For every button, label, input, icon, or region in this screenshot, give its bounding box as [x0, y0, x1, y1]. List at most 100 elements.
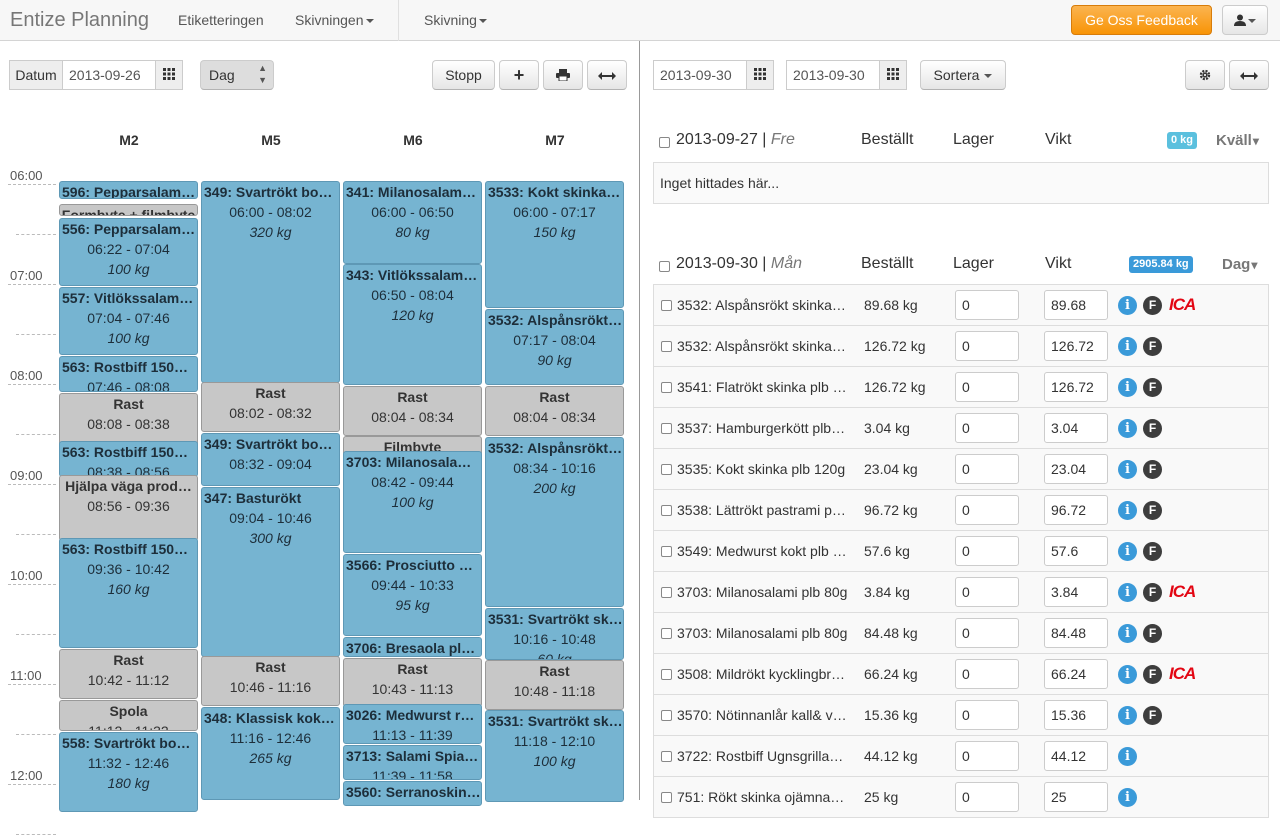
break-event[interactable]: Rast 10:43 - 11:13 — [343, 658, 482, 707]
production-event[interactable]: 3532: Alspånsrökt… 07:17 - 08:04 90 kg — [485, 309, 624, 385]
production-event[interactable]: 596: Pepparsalam… — [59, 181, 198, 199]
f-icon[interactable]: F — [1143, 337, 1162, 356]
weight-input[interactable]: 126.72 — [1044, 331, 1108, 361]
break-event[interactable]: Rast 10:46 - 11:16 — [201, 656, 340, 706]
f-icon[interactable]: F — [1143, 706, 1162, 725]
stock-input[interactable]: 0 — [955, 659, 1019, 689]
break-event[interactable]: Rast 08:02 - 08:32 — [201, 382, 340, 432]
date-input[interactable]: 2013-09-26 — [62, 60, 156, 90]
production-event[interactable]: 343: Vitlökssalam… 06:50 - 08:04 120 kg — [343, 264, 482, 385]
feedback-button[interactable]: Ge Oss Feedback — [1071, 5, 1212, 35]
info-icon[interactable]: i — [1118, 460, 1137, 479]
production-event[interactable]: 563: Rostbiff 150… 09:36 - 10:42 160 kg — [59, 538, 198, 648]
break-event[interactable]: Rast 10:42 - 11:12 — [59, 649, 198, 699]
day1-checkbox[interactable] — [659, 137, 670, 148]
stock-input[interactable]: 0 — [955, 618, 1019, 648]
production-event[interactable]: 3560: Serranoskin… — [343, 781, 482, 806]
info-icon[interactable]: i — [1118, 583, 1137, 602]
day1-shift-dropdown[interactable]: Kväll▾ — [1216, 132, 1259, 149]
order-checkbox[interactable] — [661, 546, 672, 557]
stock-input[interactable]: 0 — [955, 782, 1019, 812]
order-checkbox[interactable] — [661, 669, 672, 680]
f-icon[interactable]: F — [1143, 378, 1162, 397]
production-event[interactable]: 3533: Kokt skinka… 06:00 - 07:17 150 kg — [485, 181, 624, 308]
stock-input[interactable]: 0 — [955, 577, 1019, 607]
break-event[interactable]: Formbyte + filmbyte — [59, 204, 198, 216]
settings-button[interactable] — [1185, 60, 1225, 90]
from-calendar-button[interactable] — [746, 60, 774, 90]
info-icon[interactable]: i — [1118, 542, 1137, 561]
production-event[interactable]: 563: Rostbiff 150… 08:38 - 08:56 — [59, 441, 198, 477]
nav-item-etiketteringen[interactable]: Etiketteringen — [178, 12, 264, 28]
f-icon[interactable]: F — [1143, 419, 1162, 438]
production-event[interactable]: 558: Svartrökt bo… 11:32 - 12:46 180 kg — [59, 732, 198, 812]
production-event[interactable]: 556: Pepparsalam… 06:22 - 07:04 100 kg — [59, 218, 198, 286]
info-icon[interactable]: i — [1118, 337, 1137, 356]
production-event[interactable]: 341: Milanosalam… 06:00 - 06:50 80 kg — [343, 181, 482, 264]
production-event[interactable]: 349: Svartrökt bo… 08:32 - 09:04 — [201, 433, 340, 486]
weight-input[interactable]: 84.48 — [1044, 618, 1108, 648]
production-event[interactable]: 3713: Salami Spia… 11:39 - 11:58 — [343, 745, 482, 780]
weight-input[interactable]: 126.72 — [1044, 372, 1108, 402]
sort-button[interactable]: Sortera — [920, 60, 1006, 90]
app-brand[interactable]: Entize Planning — [10, 9, 149, 32]
production-event[interactable]: 347: Basturökt 09:04 - 10:46 300 kg — [201, 487, 340, 657]
production-event[interactable]: 3531: Svartrökt sk… 11:18 - 12:10 100 kg — [485, 710, 624, 802]
weight-input[interactable]: 96.72 — [1044, 495, 1108, 525]
break-event[interactable]: Rast 08:04 - 08:34 — [343, 386, 482, 436]
weight-input[interactable]: 3.84 — [1044, 577, 1108, 607]
stock-input[interactable]: 0 — [955, 290, 1019, 320]
stock-input[interactable]: 0 — [955, 495, 1019, 525]
production-event[interactable]: 557: Vitlökssalam… 07:04 - 07:46 100 kg — [59, 287, 198, 355]
weight-input[interactable]: 15.36 — [1044, 700, 1108, 730]
expand-button[interactable] — [587, 60, 627, 90]
break-event[interactable]: Hjälpa väga prod… 08:56 - 09:36 — [59, 475, 198, 541]
production-event[interactable]: 3566: Prosciutto … 09:44 - 10:33 95 kg — [343, 554, 482, 636]
production-event[interactable]: 3706: Bresaola pl… — [343, 637, 482, 657]
production-event[interactable]: 3026: Medwurst r… 11:13 - 11:39 — [343, 704, 482, 744]
order-checkbox[interactable] — [661, 751, 672, 762]
to-calendar-button[interactable] — [879, 60, 907, 90]
f-icon[interactable]: F — [1143, 542, 1162, 561]
nav-item-skivningen[interactable]: Skivningen — [295, 12, 374, 28]
f-icon[interactable]: F — [1143, 501, 1162, 520]
info-icon[interactable]: i — [1118, 296, 1137, 315]
stock-input[interactable]: 0 — [955, 372, 1019, 402]
f-icon[interactable]: F — [1143, 665, 1162, 684]
nav-item-skivning[interactable]: Skivning — [424, 12, 487, 28]
expand-right-button[interactable] — [1229, 60, 1269, 90]
production-event[interactable]: 3703: Milanosala… 08:42 - 09:44 100 kg — [343, 451, 482, 553]
order-checkbox[interactable] — [661, 710, 672, 721]
info-icon[interactable]: i — [1118, 419, 1137, 438]
weight-input[interactable]: 25 — [1044, 782, 1108, 812]
f-icon[interactable]: F — [1143, 624, 1162, 643]
stock-input[interactable]: 0 — [955, 700, 1019, 730]
production-event[interactable]: 349: Svartrökt bo… 06:00 - 08:02 320 kg — [201, 181, 340, 383]
info-icon[interactable]: i — [1118, 501, 1137, 520]
stock-input[interactable]: 0 — [955, 331, 1019, 361]
weight-input[interactable]: 89.68 — [1044, 290, 1108, 320]
info-icon[interactable]: i — [1118, 788, 1137, 807]
user-menu-button[interactable] — [1222, 5, 1268, 35]
production-event[interactable]: 563: Rostbiff 150… 07:46 - 08:08 — [59, 356, 198, 392]
weight-input[interactable]: 23.04 — [1044, 454, 1108, 484]
calendar-picker-button[interactable] — [155, 60, 183, 90]
order-checkbox[interactable] — [661, 628, 672, 639]
order-checkbox[interactable] — [661, 464, 672, 475]
view-select[interactable]: Dag ▲ ▼ — [200, 60, 274, 90]
weight-input[interactable]: 44.12 — [1044, 741, 1108, 771]
print-button[interactable] — [543, 60, 583, 90]
info-icon[interactable]: i — [1118, 706, 1137, 725]
add-button[interactable]: + — [499, 60, 539, 90]
weight-input[interactable]: 57.6 — [1044, 536, 1108, 566]
order-checkbox[interactable] — [661, 382, 672, 393]
order-checkbox[interactable] — [661, 341, 672, 352]
info-icon[interactable]: i — [1118, 624, 1137, 643]
stock-input[interactable]: 0 — [955, 741, 1019, 771]
day2-checkbox[interactable] — [659, 261, 670, 272]
from-date-input[interactable]: 2013-09-30 — [653, 60, 747, 90]
production-event[interactable]: 348: Klassisk kok… 11:16 - 12:46 265 kg — [201, 707, 340, 800]
order-checkbox[interactable] — [661, 505, 672, 516]
to-date-input[interactable]: 2013-09-30 — [786, 60, 880, 90]
break-event[interactable]: Rast 08:04 - 08:34 — [485, 386, 624, 436]
